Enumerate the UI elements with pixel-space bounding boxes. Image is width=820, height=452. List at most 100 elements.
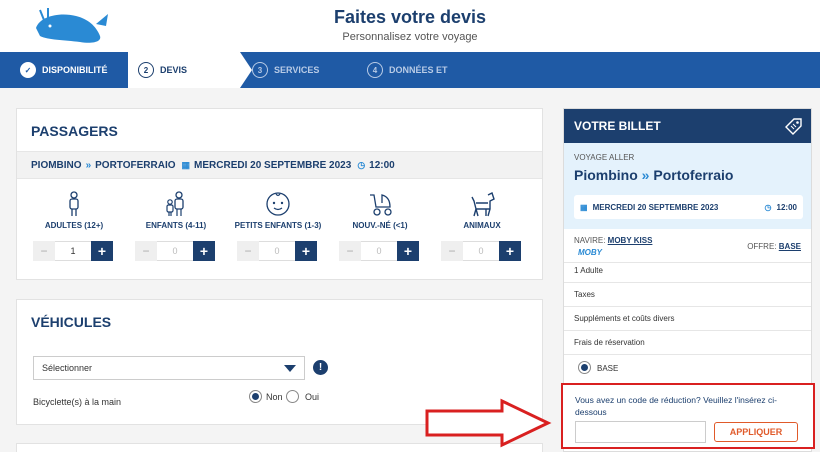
promo-code-box: Vous avez un code de réduction? Veuillez… <box>561 383 815 449</box>
trip-time-wrap: ◷ 12:00 <box>765 203 797 212</box>
step-label: SERVICES <box>274 65 320 75</box>
dog-icon <box>471 192 495 217</box>
passengers-card: PASSAGERS PIOMBINO » PORTOFERRAIO ▦ MERC… <box>16 108 543 280</box>
bicycle-no-radio[interactable] <box>249 390 262 403</box>
pax-adults: ADULTES (12+) <box>29 191 119 230</box>
decrement-button[interactable]: − <box>441 241 463 261</box>
ticket-title: VOTRE BILLET <box>574 119 661 133</box>
select-value: Sélectionner <box>42 363 93 373</box>
line-item: Taxes <box>564 283 811 307</box>
trip-from: Piombino <box>574 167 638 183</box>
route-from: PIOMBINO <box>31 159 82 171</box>
increment-button[interactable]: + <box>499 241 521 261</box>
line-item: Frais de réservation <box>564 331 811 355</box>
pax-label: NOUV.-NÉ (<1) <box>352 221 408 230</box>
trip-time: 12:00 <box>776 202 797 212</box>
moby-logo: MOBY <box>578 248 602 257</box>
site-header: Faites votre devis Personnalisez votre v… <box>0 0 820 52</box>
pax-label: ENFANTS (4-11) <box>145 221 207 230</box>
calendar-icon: ▦ <box>580 202 588 212</box>
decrement-button[interactable]: − <box>237 241 259 261</box>
children-stepper: − 0 + <box>135 241 215 261</box>
decrement-button[interactable]: − <box>339 241 361 261</box>
step-number: 3 <box>252 62 268 78</box>
adults-count[interactable]: 1 <box>55 241 91 261</box>
step-number: 4 <box>367 62 383 78</box>
route-date: MERCREDI 20 SEPTEMBRE 2023 <box>194 159 352 171</box>
step-number: 2 <box>138 62 154 78</box>
increment-button[interactable]: + <box>295 241 317 261</box>
passengers-title: PASSAGERS <box>31 123 118 139</box>
info-icon[interactable]: ! <box>313 360 328 375</box>
progress-steps: ✓ DISPONIBILITÉ 2 DEVIS 3 SERVICES 4 DON… <box>0 52 820 88</box>
trip-to: Portoferraio <box>653 167 734 183</box>
offer-info: OFFRE: BASE <box>747 242 801 251</box>
step-label: DONNÉES ET <box>389 65 448 75</box>
ship-name-link[interactable]: MOBY KISS <box>608 236 653 245</box>
pax-children: ENFANTS (4-11) <box>131 191 221 230</box>
base-radio[interactable] <box>578 361 591 374</box>
animals-count[interactable]: 0 <box>463 241 499 261</box>
promo-instructions: Vous avez un code de réduction? Veuillez… <box>575 395 777 417</box>
ticket-header: VOTRE BILLET <box>564 109 811 143</box>
baby-face-icon <box>266 192 290 216</box>
route-arrow-icon: » <box>641 167 650 183</box>
ticket-icon <box>785 118 802 135</box>
bicycle-yes-radio[interactable] <box>286 390 299 403</box>
increment-button[interactable]: + <box>397 241 419 261</box>
trip-date: MERCREDI 20 SEPTEMBRE 2023 <box>592 202 719 212</box>
step-label: DEVIS <box>160 65 188 75</box>
promo-code-input[interactable] <box>575 421 706 443</box>
red-arrow-icon <box>425 398 552 448</box>
stroller-icon <box>370 194 392 216</box>
step-divider <box>240 52 252 88</box>
increment-button[interactable]: + <box>193 241 215 261</box>
ship-info: NAVIRE: MOBY KISS <box>574 236 652 245</box>
page-title: Faites votre devis <box>333 7 487 27</box>
offer-label: OFFRE: <box>747 242 777 251</box>
toddlers-count[interactable]: 0 <box>259 241 295 261</box>
route-to: PORTOFERRAIO <box>95 159 176 171</box>
page-subtitle: Personnalisez votre voyage <box>342 31 478 43</box>
clock-icon: ◷ <box>764 202 772 212</box>
line-item: Suppléments et coûts divers <box>564 307 811 331</box>
line-item: 1 Adulte <box>564 259 811 283</box>
increment-button[interactable]: + <box>91 241 113 261</box>
pax-animals: ANIMAUX <box>437 191 527 230</box>
decrement-button[interactable]: − <box>33 241 55 261</box>
toddlers-stepper: − 0 + <box>237 241 317 261</box>
newborns-count[interactable]: 0 <box>361 241 397 261</box>
trip-type: VOYAGE ALLER <box>574 153 635 162</box>
caret-down-icon <box>284 365 296 372</box>
children-count[interactable]: 0 <box>157 241 193 261</box>
step-data[interactable]: 4 DONNÉES ET <box>367 52 487 88</box>
offer-link[interactable]: BASE <box>779 242 801 251</box>
bicycle-label: Bicyclette(s) à la main <box>33 397 122 407</box>
pax-label: ADULTES (12+) <box>44 221 104 230</box>
apply-button[interactable]: APPLIQUER <box>714 422 798 442</box>
animals-stepper: − 0 + <box>441 241 521 261</box>
step-services[interactable]: 3 SERVICES <box>252 52 352 88</box>
newborns-stepper: − 0 + <box>339 241 419 261</box>
trip-datetime: ▦ MERCREDI 20 SEPTEMBRE 2023 ◷ 12:00 <box>574 195 803 219</box>
adults-stepper: − 1 + <box>33 241 113 261</box>
ship-row: NAVIRE: MOBY KISS MOBY OFFRE: BASE <box>564 229 811 263</box>
pax-newborns: NOUV.-NÉ (<1) <box>335 191 425 230</box>
base-label: BASE <box>597 364 619 373</box>
decrement-button[interactable]: − <box>135 241 157 261</box>
pax-toddlers: PETITS ENFANTS (1-3) <box>233 191 323 230</box>
step-label: DISPONIBILITÉ <box>42 65 108 75</box>
route-arrow-icon: » <box>85 159 92 171</box>
route-summary: PIOMBINO » PORTOFERRAIO ▦ MERCREDI 20 SE… <box>17 151 542 179</box>
trip-details: VOYAGE ALLER Piombino » Portoferraio ▦ M… <box>564 143 811 229</box>
calendar-icon: ▦ <box>181 159 191 170</box>
child-icon <box>166 191 184 216</box>
adult-icon <box>69 191 79 216</box>
step-quote[interactable]: 2 DEVIS <box>128 52 240 88</box>
check-icon: ✓ <box>20 62 36 78</box>
step-availability[interactable]: ✓ DISPONIBILITÉ <box>20 52 128 88</box>
trip-route: Piombino » Portoferraio <box>574 167 733 183</box>
pax-label: ANIMAUX <box>463 221 501 230</box>
vehicle-select[interactable]: Sélectionner <box>33 356 305 380</box>
route-time: 12:00 <box>369 159 395 171</box>
